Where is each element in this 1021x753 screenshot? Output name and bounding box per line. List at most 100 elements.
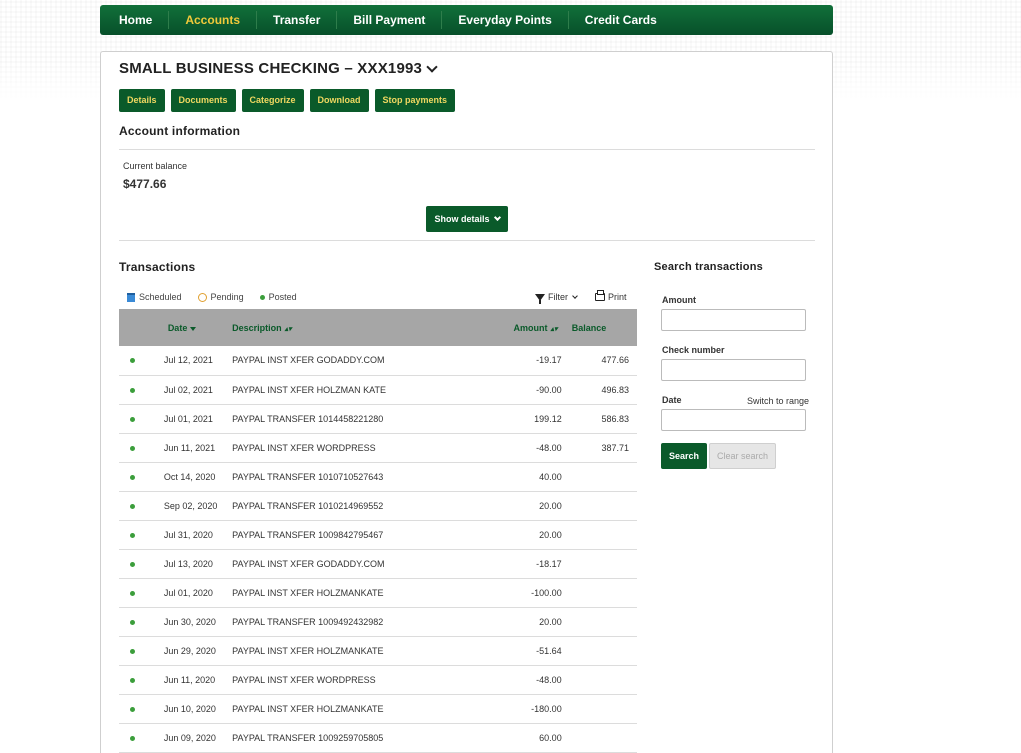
row-date: Oct 14, 2020: [161, 462, 233, 492]
status-legend: Scheduled Pending Posted: [127, 292, 297, 302]
row-balance: 586.83: [571, 404, 637, 434]
account-action-bar: Details Documents Categorize Download St…: [119, 89, 456, 112]
row-status: [119, 578, 162, 608]
table-row[interactable]: Jun 11, 2021 PAYPAL INST XFER WORDPRESS -4…: [119, 433, 637, 463]
row-balance: 387.71: [571, 433, 637, 463]
filter-label: Filter: [548, 292, 568, 302]
download-button[interactable]: Download: [309, 89, 369, 112]
posted-dot-icon: [130, 677, 135, 683]
filter-button[interactable]: Filter: [535, 292, 578, 304]
print-label: Print: [608, 292, 627, 302]
row-balance: [571, 462, 637, 492]
table-row[interactable]: Jul 12, 2021 PAYPAL INST XFER GODADDY.COM…: [119, 346, 637, 376]
check-number-label: Check number: [662, 345, 725, 355]
divider: [119, 149, 815, 150]
row-date: Jun 29, 2020: [161, 636, 233, 666]
row-description: PAYPAL INST XFER HOLZMANKATE: [232, 578, 500, 608]
sort-desc-icon: [190, 326, 197, 331]
posted-dot-icon: [130, 735, 135, 741]
table-row[interactable]: Jul 02, 2021 PAYPAL INST XFER HOLZMAN KAT…: [119, 375, 637, 405]
row-date: Jun 11, 2020: [161, 665, 233, 695]
nav-home[interactable]: Home: [100, 11, 170, 29]
legend-pending: Pending: [197, 292, 244, 302]
row-amount: -18.17: [499, 549, 572, 579]
show-details-button[interactable]: Show details: [426, 206, 508, 232]
legend-pending-label: Pending: [210, 292, 244, 302]
row-status: [119, 607, 162, 637]
row-status: [119, 520, 162, 550]
table-tools: Filter Print: [535, 290, 627, 304]
date-input[interactable]: [661, 409, 806, 431]
row-amount: -100.00: [499, 578, 572, 608]
row-balance: [571, 636, 637, 666]
row-balance: [571, 723, 637, 753]
description-column-header[interactable]: Description ▴▾: [232, 309, 499, 346]
nav-bill-payment[interactable]: Bill Payment: [337, 11, 443, 29]
posted-dot-icon: [130, 648, 135, 654]
account-title[interactable]: SMALL BUSINESS CHECKING – XXX1993: [119, 60, 438, 77]
printer-icon: [595, 290, 605, 301]
account-info-heading: Account information: [119, 124, 241, 138]
row-amount: -48.00: [499, 433, 572, 463]
row-date: Jul 31, 2020: [161, 520, 233, 550]
chevron-down-icon: [572, 293, 578, 299]
documents-button[interactable]: Documents: [170, 89, 236, 112]
row-description: PAYPAL INST XFER GODADDY.COM: [232, 549, 500, 579]
legend-scheduled-label: Scheduled: [139, 292, 182, 302]
chevron-down-icon[interactable]: [426, 60, 438, 73]
row-amount: 40.00: [499, 462, 572, 492]
clock-icon: [197, 292, 207, 302]
row-description: PAYPAL TRANSFER 1009259705805: [232, 723, 500, 753]
row-amount: 60.00: [499, 723, 572, 753]
switch-to-range-link[interactable]: Switch to range: [747, 396, 809, 406]
stop-payments-button[interactable]: Stop payments: [374, 89, 456, 112]
row-status: [119, 665, 162, 695]
table-row[interactable]: Jul 31, 2020 PAYPAL TRANSFER 100984279546…: [119, 520, 637, 550]
nav-credit-cards[interactable]: Credit Cards: [569, 11, 673, 29]
row-date: Jul 13, 2020: [161, 549, 233, 579]
description-header-label: Description: [232, 322, 282, 333]
check-number-input[interactable]: [661, 359, 806, 381]
show-details-label: Show details: [434, 214, 490, 224]
sort-icon: ▴▾: [284, 325, 292, 333]
table-row[interactable]: Oct 14, 2020 PAYPAL TRANSFER 101071052764…: [119, 462, 637, 492]
account-panel: SMALL BUSINESS CHECKING – XXX1993 Detail…: [100, 51, 833, 753]
row-date: Jul 01, 2021: [161, 404, 233, 434]
row-status: [119, 636, 162, 666]
nav-transfer[interactable]: Transfer: [257, 11, 338, 29]
row-status: [119, 694, 162, 724]
posted-dot-icon: [130, 445, 135, 451]
clear-search-button: Clear search: [709, 443, 776, 469]
nav-accounts[interactable]: Accounts: [169, 11, 258, 29]
categorize-button[interactable]: Categorize: [241, 89, 304, 112]
nav-everyday-points[interactable]: Everyday Points: [442, 11, 569, 29]
table-row[interactable]: Jul 01, 2021 PAYPAL TRANSFER 101445822128…: [119, 404, 637, 434]
row-description: PAYPAL INST XFER WORDPRESS: [232, 433, 500, 463]
search-button[interactable]: Search: [661, 443, 707, 469]
date-column-header[interactable]: Date: [162, 309, 232, 346]
row-amount: -19.17: [499, 346, 572, 376]
search-heading: Search transactions: [654, 261, 763, 273]
table-row[interactable]: Jun 29, 2020 PAYPAL INST XFER HOLZMANKATE…: [119, 636, 637, 666]
status-column-header: [119, 309, 162, 346]
amount-input[interactable]: [661, 309, 806, 331]
row-description: PAYPAL INST XFER HOLZMANKATE: [232, 694, 500, 724]
posted-dot-icon: [130, 358, 135, 364]
table-row[interactable]: Jul 13, 2020 PAYPAL INST XFER GODADDY.COM…: [119, 549, 637, 579]
table-row[interactable]: Jun 30, 2020 PAYPAL TRANSFER 100949243298…: [119, 607, 637, 637]
table-row[interactable]: Jul 01, 2020 PAYPAL INST XFER HOLZMANKATE…: [119, 578, 637, 608]
table-row[interactable]: Sep 02, 2020 PAYPAL TRANSFER 101021496955…: [119, 491, 637, 521]
calendar-icon: [127, 292, 135, 302]
row-description: PAYPAL INST XFER WORDPRESS: [232, 665, 500, 695]
table-row[interactable]: Jun 09, 2020 PAYPAL TRANSFER 100925970580…: [119, 723, 637, 753]
table-row[interactable]: Jun 10, 2020 PAYPAL INST XFER HOLZMANKATE…: [119, 694, 637, 724]
row-description: PAYPAL INST XFER HOLZMAN KATE: [232, 375, 500, 405]
posted-dot-icon: [130, 532, 135, 538]
amount-column-header[interactable]: Amount ▴▾: [499, 309, 571, 346]
print-button[interactable]: Print: [595, 290, 627, 302]
table-row[interactable]: Jun 11, 2020 PAYPAL INST XFER WORDPRESS -4…: [119, 665, 637, 695]
posted-dot-icon: [130, 590, 135, 596]
balance-header-label: Balance: [571, 322, 607, 333]
row-amount: -48.00: [499, 665, 572, 695]
details-button[interactable]: Details: [119, 89, 165, 112]
